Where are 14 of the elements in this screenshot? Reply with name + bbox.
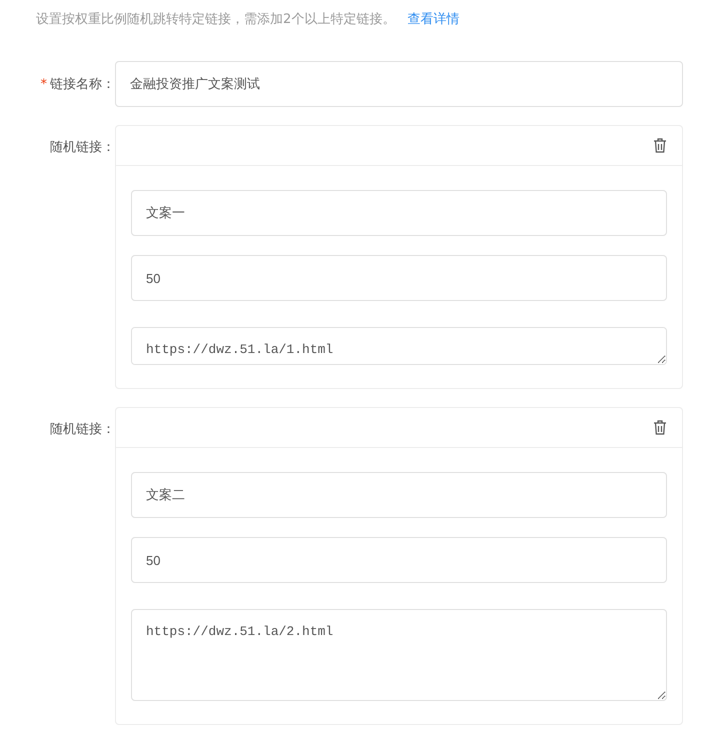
field-label: 链接名称： xyxy=(50,76,115,93)
url-field[interactable]: https://dwz.51.la/1.html xyxy=(131,327,667,365)
trash-icon[interactable] xyxy=(653,420,667,435)
trash-icon[interactable] xyxy=(653,138,667,153)
link-name-field[interactable]: 金融投资推广文案测试 xyxy=(115,61,683,107)
weight-field[interactable]: 50 xyxy=(131,537,667,583)
url-field[interactable]: https://dwz.51.la/2.html xyxy=(131,609,667,701)
field-label: 随机链接： xyxy=(50,421,115,438)
weight-field[interactable]: 50 xyxy=(131,255,667,301)
field-label: 随机链接： xyxy=(50,139,115,156)
title-field[interactable]: 文案一 xyxy=(131,190,667,236)
hint-text: 设置按权重比例随机跳转特定链接，需添加2个以上特定链接。 xyxy=(36,11,396,28)
title-field[interactable]: 文案二 xyxy=(131,472,667,518)
required-mark: * xyxy=(40,76,47,92)
